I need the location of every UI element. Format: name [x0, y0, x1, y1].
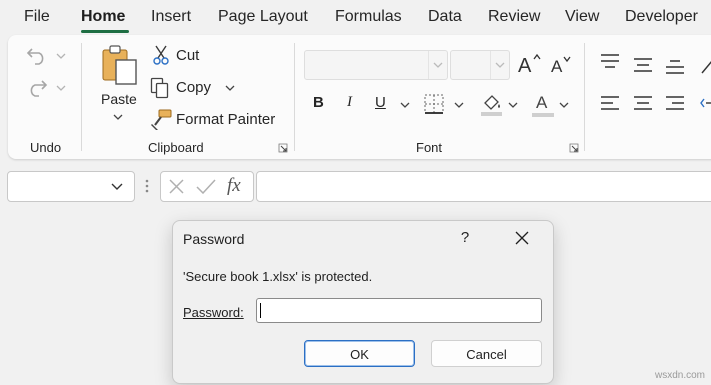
align-right-icon[interactable] — [665, 95, 685, 111]
middle-align-icon[interactable] — [633, 57, 653, 73]
tab-home[interactable]: Home — [81, 8, 125, 26]
format-painter-icon[interactable] — [150, 109, 172, 131]
cut-icon[interactable] — [152, 45, 170, 65]
undo-icon[interactable] — [26, 45, 48, 65]
bold-icon[interactable]: B — [313, 94, 324, 111]
increase-font-size-icon[interactable]: A — [518, 52, 542, 74]
font-color-swatch — [532, 113, 554, 117]
password-label: Password: — [183, 305, 244, 320]
copy-icon[interactable] — [150, 77, 170, 99]
tab-data[interactable]: Data — [428, 8, 462, 26]
font-size-dropdown[interactable] — [490, 51, 509, 79]
borders-dropdown-icon[interactable] — [454, 102, 464, 108]
cancel-x-icon[interactable] — [168, 178, 185, 195]
decrease-indent-icon[interactable] — [700, 95, 711, 111]
svg-text:A: A — [551, 57, 563, 75]
paste-icon[interactable] — [100, 44, 140, 88]
formula-input[interactable] — [256, 171, 711, 202]
chevron-down-icon — [433, 62, 443, 68]
borders-icon[interactable] — [424, 94, 444, 114]
underline-dropdown-icon[interactable] — [400, 102, 410, 108]
font-name-dropdown[interactable] — [428, 51, 447, 79]
tab-insert[interactable]: Insert — [151, 8, 191, 26]
font-color-icon[interactable]: A — [532, 93, 554, 117]
font-size-combo[interactable] — [450, 50, 510, 80]
fill-color-icon[interactable] — [480, 93, 504, 117]
formula-actions: fx — [160, 171, 254, 202]
text-cursor — [260, 303, 261, 318]
align-center-icon[interactable] — [633, 95, 653, 111]
password-field[interactable] — [256, 298, 542, 323]
italic-icon[interactable]: I — [347, 94, 352, 111]
tab-developer[interactable]: Developer — [625, 8, 698, 26]
protection-message: 'Secure book 1.xlsx' is protected. — [183, 269, 373, 284]
tab-review[interactable]: Review — [488, 8, 540, 26]
clipboard-group-label: Clipboard — [148, 140, 204, 155]
name-box[interactable] — [7, 171, 135, 202]
chevron-down-icon — [495, 62, 505, 68]
copy-label[interactable]: Copy — [176, 79, 211, 96]
ok-button[interactable]: OK — [304, 340, 415, 367]
font-group-label: Font — [416, 140, 443, 155]
watermark: wsxdn.com — [654, 370, 705, 381]
cancel-button[interactable]: Cancel — [431, 340, 542, 367]
help-button[interactable]: ? — [455, 229, 475, 249]
redo-icon[interactable] — [26, 77, 48, 97]
dialog-title: Password — [183, 231, 245, 247]
tab-file[interactable]: File — [24, 8, 50, 26]
password-label-text: Password: — [183, 305, 244, 320]
check-icon[interactable] — [196, 179, 216, 194]
tab-page-layout[interactable]: Page Layout — [218, 8, 308, 26]
active-tab-indicator — [81, 30, 129, 33]
paste-dropdown-icon[interactable] — [113, 114, 123, 120]
close-icon[interactable] — [509, 227, 535, 251]
ribbon-tabs: File Home Insert Page Layout Formulas Da… — [0, 0, 711, 36]
top-align-icon[interactable] — [600, 53, 620, 69]
bottom-align-icon[interactable] — [665, 59, 685, 75]
clipboard-dialog-launcher-icon[interactable] — [278, 143, 288, 153]
group-divider — [81, 43, 82, 151]
redo-dropdown-icon[interactable] — [56, 85, 66, 91]
svg-text:A: A — [518, 55, 532, 74]
font-name-combo[interactable] — [304, 50, 448, 80]
tab-view[interactable]: View — [565, 8, 599, 26]
tab-formulas[interactable]: Formulas — [335, 8, 402, 26]
undo-group-label: Undo — [30, 140, 62, 155]
font-dialog-launcher-icon[interactable] — [569, 143, 579, 153]
underline-icon[interactable]: U — [375, 94, 386, 111]
group-divider — [584, 43, 585, 151]
name-box-dropdown-icon[interactable] — [111, 183, 123, 190]
paste-label[interactable]: Paste — [101, 91, 137, 107]
font-color-dropdown-icon[interactable] — [559, 102, 569, 108]
align-left-icon[interactable] — [600, 95, 620, 111]
insert-function-icon[interactable]: fx — [227, 175, 241, 197]
password-dialog: Password ? 'Secure book 1.xlsx' is prote… — [172, 220, 554, 384]
font-color-glyph: A — [536, 93, 548, 112]
undo-dropdown-icon[interactable] — [56, 53, 66, 59]
formula-bar-grip-icon[interactable] — [145, 178, 149, 194]
decrease-font-size-icon[interactable]: A — [551, 55, 575, 75]
format-painter-label[interactable]: Format Painter — [176, 111, 275, 128]
copy-dropdown-icon[interactable] — [225, 85, 235, 91]
fill-color-dropdown-icon[interactable] — [508, 102, 518, 108]
orientation-icon[interactable] — [700, 57, 711, 75]
ribbon: Undo Paste Cut Copy Format Painter Clipb… — [8, 35, 711, 159]
cut-label[interactable]: Cut — [176, 47, 199, 64]
group-divider — [294, 43, 295, 151]
